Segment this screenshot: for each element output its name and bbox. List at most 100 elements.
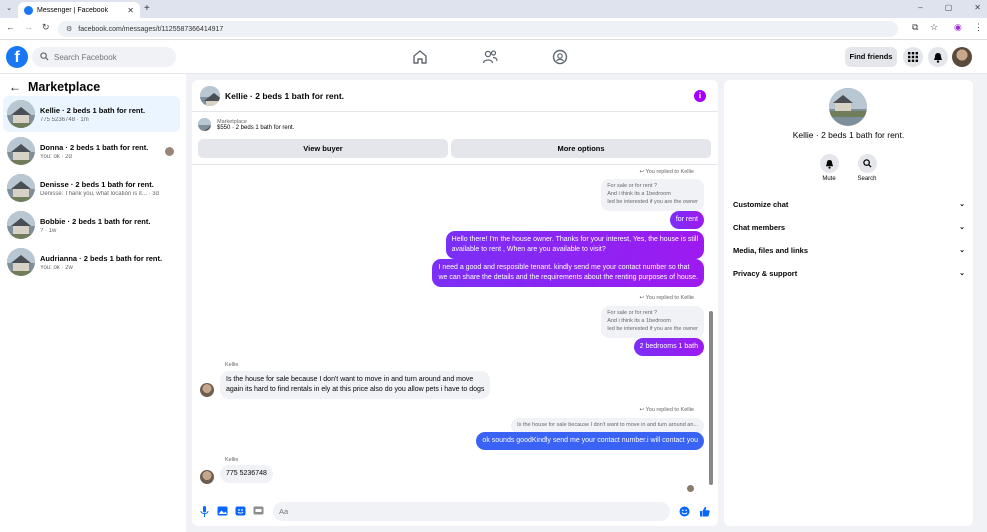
facebook-logo[interactable]: f [6,46,28,68]
message-input[interactable] [279,507,659,516]
cast-icon[interactable]: ⧉ [912,22,918,33]
back-icon[interactable]: ← [6,22,15,32]
info-icon[interactable]: i [694,90,706,102]
gif-icon[interactable] [252,506,264,518]
message-thread: ↩ You replied to Kellie For sale or for … [192,164,718,494]
browser-tab[interactable]: Messenger | Facebook ✕ [18,2,140,18]
listing-thumbnail [7,211,35,239]
conversation-preview: ? · 1w [40,227,57,234]
privacy-support-row[interactable]: Privacy & support ⌄ [733,266,965,280]
browser-menu-icon[interactable]: ⋮ [974,22,983,33]
marketplace-inbox: ← Marketplace Kellie · 2 beds 1 bath for… [0,74,186,532]
search-label: Search [857,176,877,182]
listing-detail: $550 · 2 beds 1 bath for rent. [217,124,295,131]
chevron-down-icon: ⌄ [959,224,965,231]
home-icon[interactable] [411,48,429,66]
conversation-preview: You: ok · 2w [40,264,73,271]
kellie-avatar[interactable] [200,383,214,397]
search-in-chat-button[interactable]: Search [847,154,887,182]
sender-name: Kellie [225,362,239,368]
chevron-down-icon: ⌄ [959,270,965,277]
seen-avatar [165,146,174,156]
conversation-item[interactable]: Kellie · 2 beds 1 bath for rent. 775 5236… [3,96,180,132]
view-buyer-button[interactable]: View buyer [198,139,448,158]
tab-title: Messenger | Facebook [37,6,109,14]
conversation-item[interactable]: Donna · 2 beds 1 bath for rent. You: ok ·… [3,133,180,169]
chevron-down-icon: ⌄ [959,247,965,254]
marketplace-header: ← Marketplace [9,80,100,94]
chat-members-row[interactable]: Chat members ⌄ [733,220,965,234]
bell-icon [819,154,839,173]
reload-icon[interactable]: ↻ [42,22,50,33]
forward-icon[interactable]: → [24,22,33,32]
url-text: facebook.com/messages/t/1125587366414917 [78,25,224,33]
maximize-icon[interactable]: ▢ [945,3,953,12]
site-info-icon[interactable]: ⚙ [66,25,72,33]
friends-icon[interactable] [481,48,499,66]
listing-thumbnail [7,100,35,128]
outgoing-message[interactable]: for rent [669,211,704,230]
listing-avatar[interactable] [200,86,220,106]
outgoing-message[interactable]: 2 bedrooms 1 bath [633,338,704,357]
chat-title[interactable]: Kellie · 2 beds 1 bath for rent. [225,91,344,101]
media-files-links-row[interactable]: Media, files and links ⌄ [733,243,965,257]
quoted-message[interactable]: For sale or for rent ? And i think its a … [601,179,704,211]
tab-search-icon[interactable]: ⌄ [4,4,14,14]
like-thumb-icon[interactable] [698,506,710,518]
sender-name: Kellie [225,457,239,463]
thread-scrollbar[interactable] [708,166,714,492]
conversation-item[interactable]: Audrianna · 2 beds 1 bath for rent. You: … [3,244,180,280]
outgoing-message[interactable]: Hello there! I'm the house owner. Thanks… [445,231,704,260]
details-avatar[interactable] [829,88,867,126]
url-field[interactable]: ⚙ facebook.com/messages/t/11255873664149… [58,21,898,37]
seen-avatar [687,485,694,492]
microphone-icon[interactable] [198,506,210,518]
close-window-icon[interactable]: ✕ [974,3,981,12]
conversation-item[interactable]: Bobbie · 2 beds 1 bath for rent.? · 1w [3,207,180,243]
scroll-thumb[interactable] [709,311,713,485]
address-bar: ← → ↻ ⚙ facebook.com/messages/t/11255873… [0,18,987,40]
page-title: Marketplace [28,80,101,94]
listing-thumbnail [7,174,35,202]
bookmark-star-icon[interactable]: ☆ [930,22,938,33]
conversation-item[interactable]: Denisse · 2 beds 1 bath for rent. Denisse… [3,170,180,206]
incoming-message[interactable]: Is the house for sale because I don't wa… [220,371,491,400]
message-composer [192,500,718,526]
mute-label: Mute [822,176,836,182]
conversation-preview: Denisse: Thank you, what location is it.… [40,190,159,197]
message-input-wrap[interactable] [273,502,670,521]
conversation-name: Audrianna · 2 beds 1 bath for rent. [40,253,163,263]
conversation-name: Kellie · 2 beds 1 bath for rent. [40,105,146,115]
find-friends-button[interactable]: Find friends [845,47,897,67]
more-options-button[interactable]: More options [451,139,711,158]
facebook-header: f Find friends [0,40,987,74]
minimize-icon[interactable]: – [918,3,922,12]
photo-icon[interactable] [216,506,228,518]
sticker-icon[interactable] [234,506,246,518]
profile-icon[interactable]: ◉ [954,22,962,33]
search-input[interactable] [54,52,164,62]
mute-button[interactable]: Mute [809,154,849,182]
search-icon [857,154,877,173]
emoji-icon[interactable] [678,506,690,518]
outgoing-message[interactable]: ok sounds goodKindly send me your contac… [476,432,704,451]
listing-thumb [198,118,211,131]
quoted-message[interactable]: For sale or for rent ? And i think its a … [601,306,704,338]
groups-icon[interactable] [551,48,569,66]
incoming-message[interactable]: 775 5236748 [220,465,273,484]
customize-chat-row[interactable]: Customize chat ⌄ [733,197,965,211]
outgoing-message[interactable]: I need a good and resposible tenant. kin… [432,259,704,288]
facebook-favicon-icon [24,5,33,15]
conversation-name: Donna · 2 beds 1 bath for rent. [40,142,149,152]
details-name: Kellie · 2 beds 1 bath for rent. [792,130,905,140]
listing-thumbnail [7,137,35,165]
menu-grid-icon[interactable] [903,47,923,67]
notifications-bell-icon[interactable] [928,47,948,67]
account-avatar[interactable] [952,47,972,67]
kellie-avatar[interactable] [200,470,214,484]
close-tab-icon[interactable]: ✕ [127,6,134,15]
facebook-search[interactable] [32,47,176,67]
back-arrow-icon[interactable]: ← [9,80,21,94]
chat-details-panel: Kellie · 2 beds 1 bath for rent. Mute Se… [724,80,973,526]
new-tab-icon[interactable]: + [144,3,150,14]
